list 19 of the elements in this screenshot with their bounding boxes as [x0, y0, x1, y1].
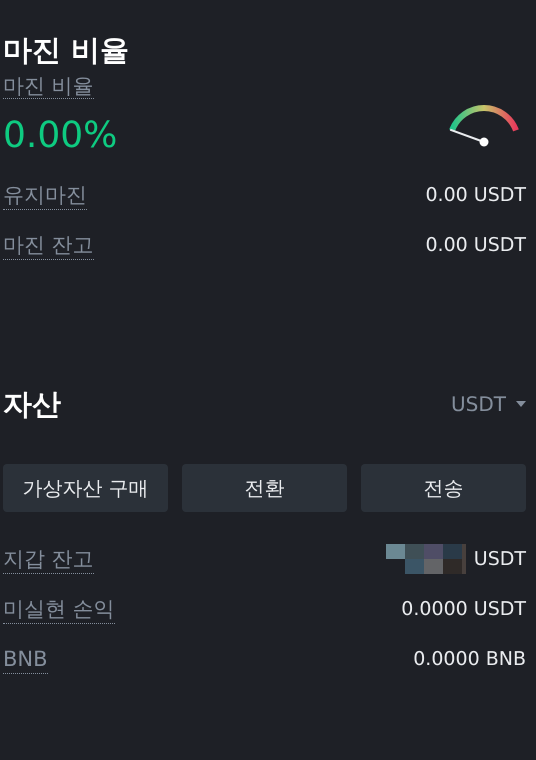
- currency-dropdown[interactable]: USDT: [451, 392, 526, 416]
- field-label: BNB: [3, 644, 48, 674]
- action-button[interactable]: 가상자산 구매: [3, 464, 168, 512]
- action-button[interactable]: 전송: [361, 464, 526, 512]
- field-label: 유지마진: [3, 180, 87, 210]
- section-title: 마진 비율: [3, 32, 130, 69]
- field-label: 마진 비율: [3, 74, 94, 99]
- field-value: 0.0000 USDT: [401, 598, 526, 620]
- field-value: 0.0000 BNB: [413, 648, 526, 670]
- field-value: USDT: [474, 548, 526, 570]
- field-label: 지갑 잔고: [3, 544, 94, 574]
- margin-ratio-value: 0.00%: [3, 114, 118, 158]
- caret-icon: [516, 401, 526, 407]
- action-button[interactable]: 전환: [182, 464, 347, 512]
- field-value: 0.00 USDT: [425, 184, 526, 206]
- field-label: 미실현 손익: [3, 594, 115, 624]
- field-label: 마진 잔고: [3, 230, 94, 260]
- field-value: 0.00 USDT: [425, 234, 526, 256]
- section-title: 자산: [3, 386, 61, 423]
